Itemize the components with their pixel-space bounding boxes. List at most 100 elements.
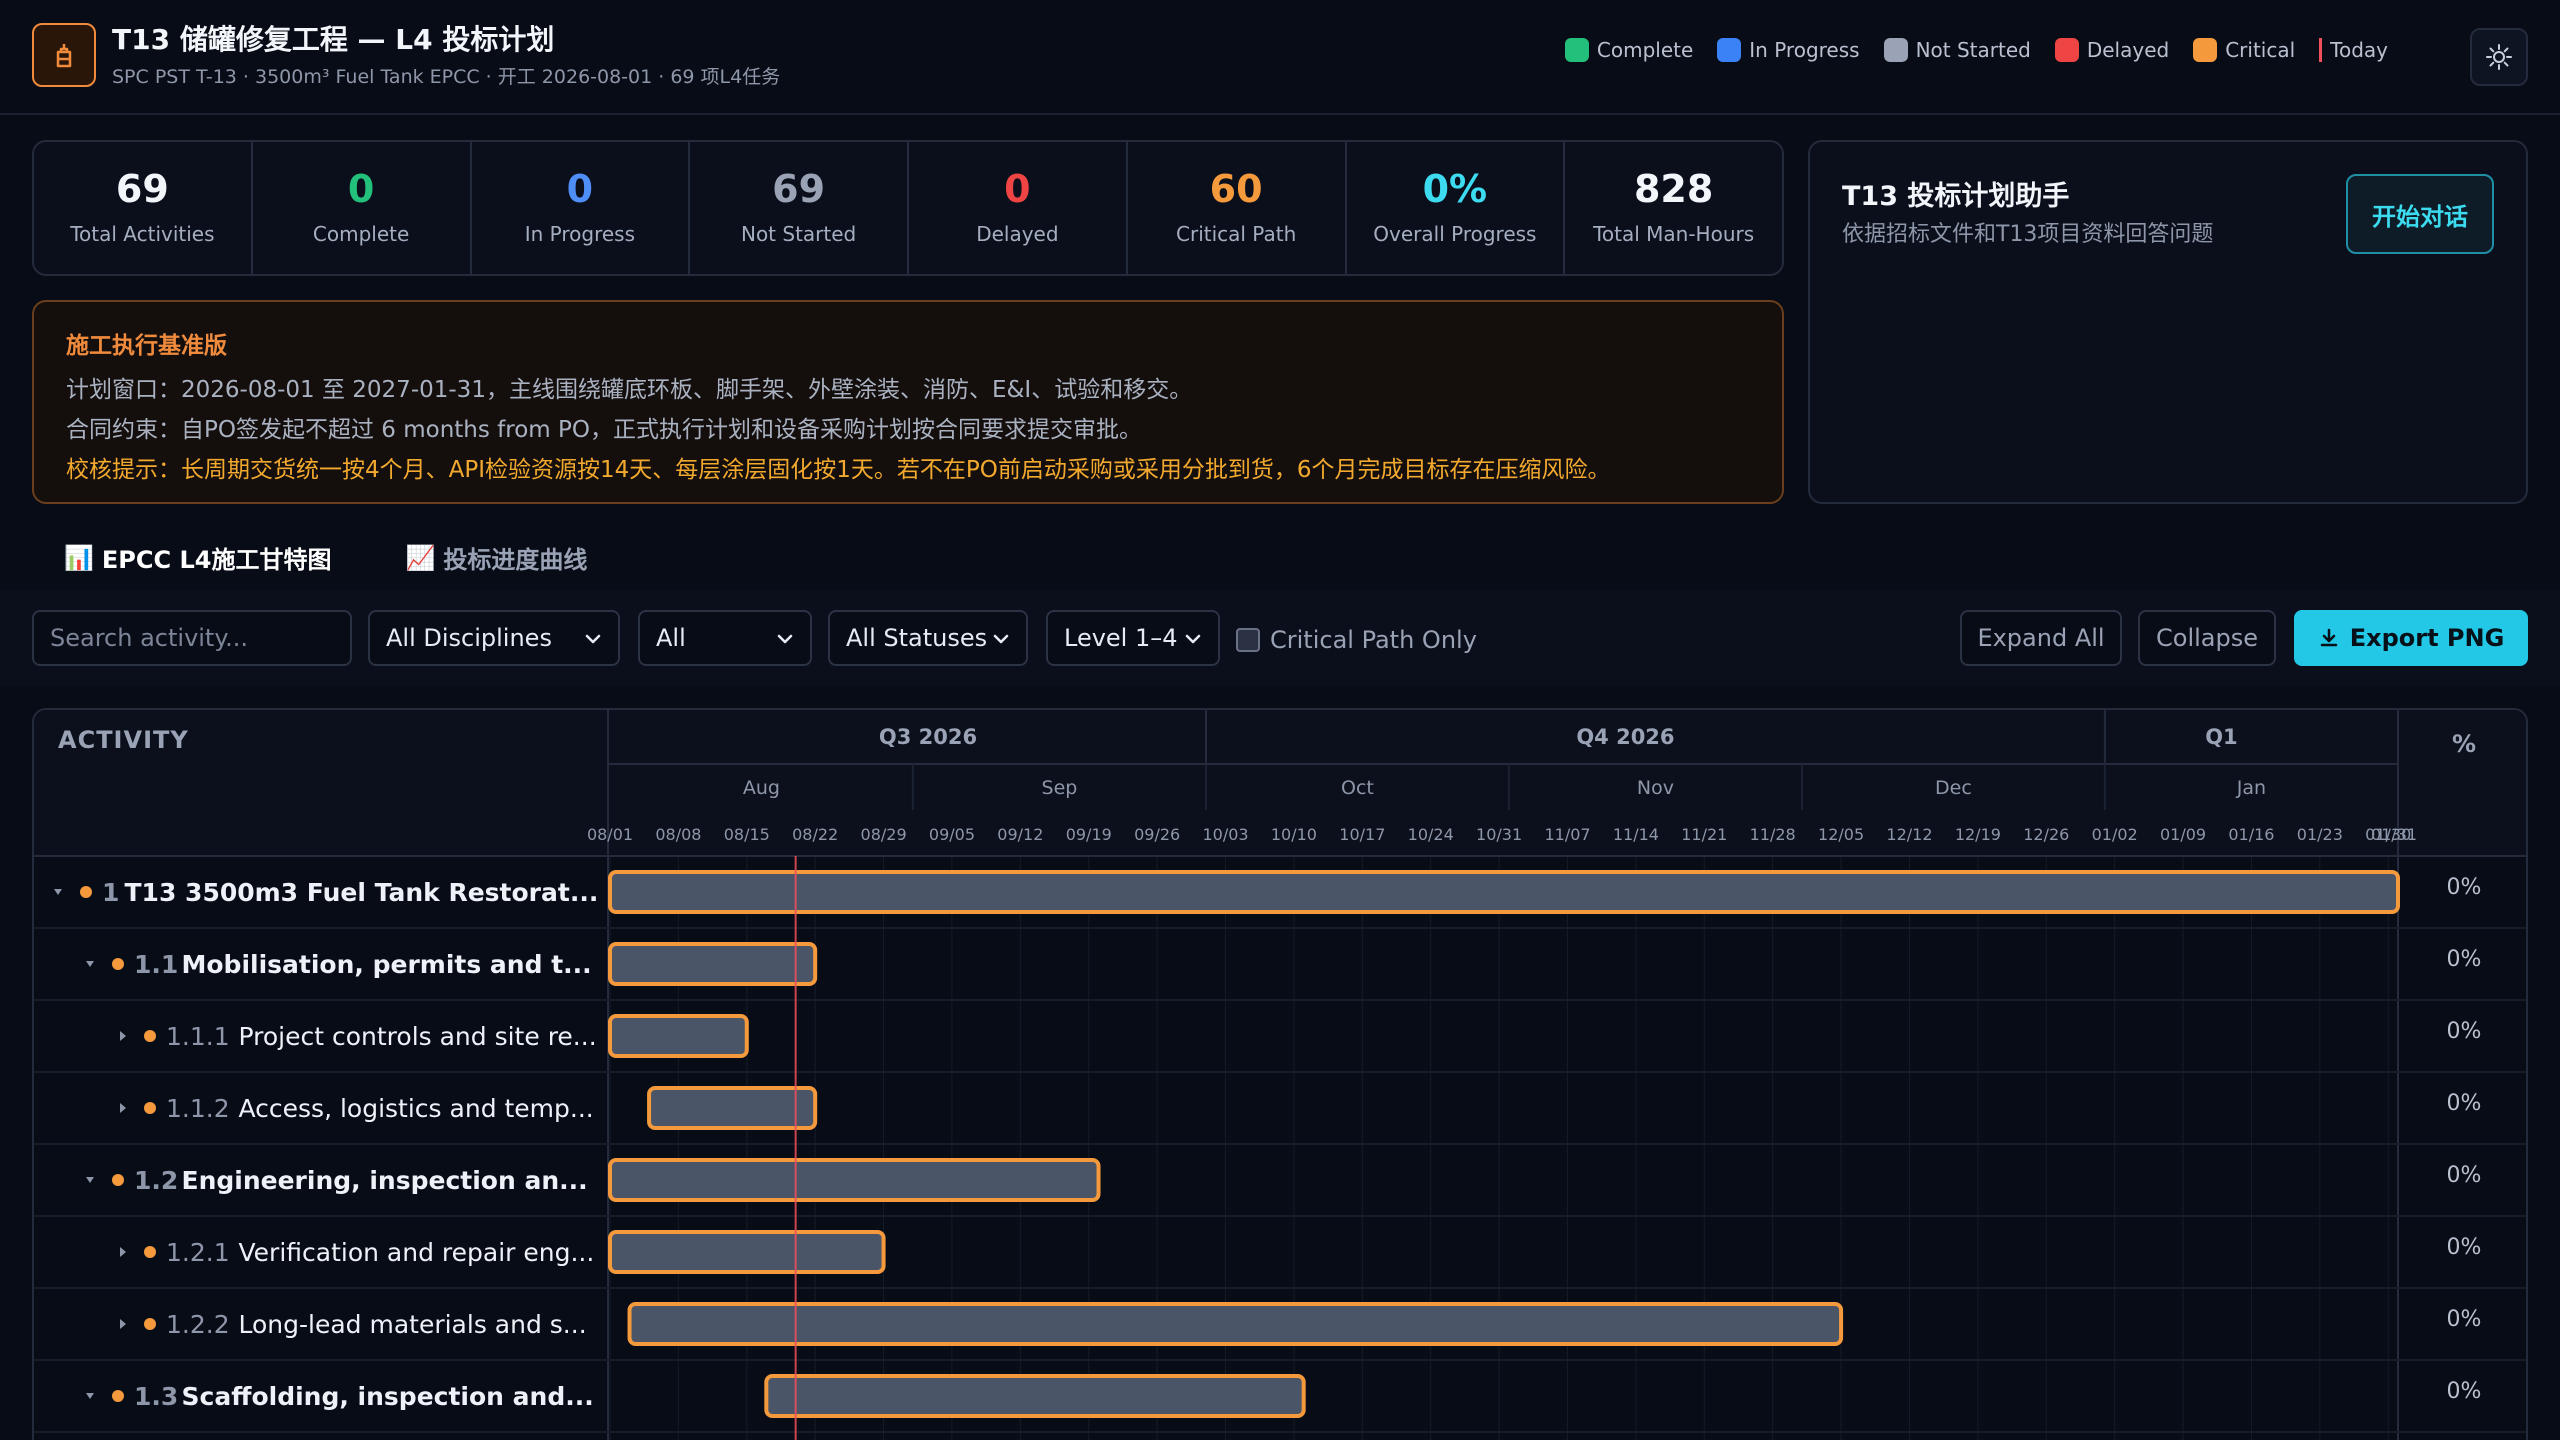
week-label: 01/16	[2228, 825, 2274, 844]
month-label: Aug	[743, 777, 780, 799]
stat-not-started: 69 Not Started	[690, 142, 909, 274]
activity-bar[interactable]	[608, 870, 2400, 914]
activity-bar[interactable]	[627, 1302, 1844, 1346]
activity-bar[interactable]	[608, 942, 818, 986]
stat-delayed: 0 Delayed	[909, 142, 1128, 274]
stat-value: 828	[1633, 167, 1714, 211]
discipline-select[interactable]: All Disciplines	[368, 610, 620, 666]
activity-percent: 0%	[2447, 1163, 2482, 1188]
export-png-button[interactable]: Export PNG	[2294, 610, 2528, 666]
stat-value: 69	[115, 167, 169, 211]
activity-bar[interactable]	[647, 1086, 818, 1130]
activity-name[interactable]: Verification and repair eng...	[239, 1238, 595, 1267]
legend-today-mark	[2319, 38, 2323, 62]
trend-chart-icon: 📈	[405, 543, 436, 572]
activity-percent: 0%	[2447, 1091, 2482, 1116]
week-label: 11/07	[1544, 825, 1590, 844]
critical-dot	[112, 1174, 124, 1186]
legend-swatch	[1883, 38, 1908, 62]
month-label: Sep	[1042, 777, 1078, 799]
legend-complete: Complete	[1564, 38, 1693, 62]
critical-path-toggle[interactable]: Critical Path Only	[1236, 626, 1477, 654]
week-label: 10/31	[1476, 825, 1522, 844]
activity-bar[interactable]	[764, 1374, 1306, 1418]
baseline-notice: 施工执行基准版 计划窗口：2026-08-01 至 2027-01-31，主线围…	[32, 300, 1784, 504]
legend-today: Today	[2319, 38, 2388, 62]
critical-path-checkbox[interactable]	[1236, 628, 1260, 652]
stat-critical-path: 60 Critical Path	[1128, 142, 1347, 274]
activity-name[interactable]: Access, logistics and temp...	[239, 1094, 594, 1123]
legend-swatch	[2193, 38, 2218, 62]
activity-name[interactable]: Project controls and site re...	[239, 1022, 597, 1051]
week-label: 01/02	[2092, 825, 2138, 844]
level-select[interactable]: Level 1–4	[1046, 610, 1220, 666]
notice-warning: 校核提示：长周期交货统一按4个月、API检验资源按14天、每层涂层固化按1天。若…	[66, 457, 1611, 483]
stat-label: Total Activities	[70, 222, 215, 246]
legend-label: Critical	[2225, 38, 2296, 62]
checkbox-label: Critical Path Only	[1270, 626, 1477, 654]
stat-value: 0	[1004, 167, 1031, 211]
legend-swatch	[1564, 38, 1589, 62]
page-subtitle: SPC PST T-13 · 3500m³ Fuel Tank EPCC · 开…	[112, 66, 781, 88]
stat-complete: 0 Complete	[253, 142, 472, 274]
stat-label: Complete	[312, 222, 410, 246]
legend-swatch	[2054, 38, 2079, 62]
week-label: 08/01	[587, 825, 633, 844]
collapse-button[interactable]: Collapse	[2138, 610, 2276, 666]
activity-id: 1.2.2	[166, 1310, 230, 1339]
activity-name[interactable]: Long-lead materials and s...	[239, 1310, 587, 1339]
notice-title: 施工执行基准版	[66, 333, 227, 359]
activity-bar[interactable]	[608, 1014, 749, 1058]
week-label: 10/17	[1339, 825, 1385, 844]
week-label: 01/23	[2297, 825, 2343, 844]
theme-toggle-button[interactable]	[2470, 28, 2528, 86]
week-label: 01/31	[2371, 825, 2417, 844]
view-tabs: 📊 EPCC L4施工甘特图 📈 投标进度曲线	[64, 540, 661, 575]
activity-name[interactable]: Scaffolding, inspection and...	[182, 1382, 594, 1411]
assistant-title: T13 投标计划助手	[1842, 181, 2070, 212]
activity-id: 1.3	[134, 1382, 178, 1411]
expand-all-button[interactable]: Expand All	[1960, 610, 2122, 666]
week-label: 09/12	[997, 825, 1043, 844]
legend-critical: Critical	[2193, 38, 2295, 62]
chevron-down-icon	[1185, 634, 1201, 644]
activity-name[interactable]: Mobilisation, permits and t...	[182, 950, 592, 979]
notice-plan-window: 计划窗口：2026-08-01 至 2027-01-31，主线围绕罐底环板、脚手…	[66, 377, 1193, 403]
status-legend: Complete In Progress Not Started Delayed…	[1541, 38, 2388, 62]
select-value: All	[656, 624, 686, 652]
week-label: 10/10	[1271, 825, 1317, 844]
week-label: 09/26	[1134, 825, 1180, 844]
week-label: 09/05	[929, 825, 975, 844]
month-label: Nov	[1637, 777, 1674, 799]
activity-bar[interactable]	[608, 1230, 886, 1274]
scope-select[interactable]: All	[638, 610, 812, 666]
legend-label: In Progress	[1749, 38, 1860, 62]
week-label: 08/29	[861, 825, 907, 844]
search-input[interactable]: Search activity...	[32, 610, 352, 666]
stat-in-progress: 0 In Progress	[472, 142, 691, 274]
activity-name[interactable]: T13 3500m3 Fuel Tank Restorat...	[125, 878, 599, 907]
critical-dot	[144, 1318, 156, 1330]
activity-percent: 0%	[2447, 875, 2482, 900]
stat-label: In Progress	[524, 222, 636, 246]
stat-overall-progress: 0% Overall Progress	[1347, 142, 1566, 274]
activity-id: 1	[102, 878, 119, 907]
legend-label: Not Started	[1915, 38, 2031, 62]
chevron-down-icon	[993, 634, 1009, 644]
activity-bar[interactable]	[608, 1158, 1101, 1202]
start-chat-button[interactable]: 开始对话	[2346, 174, 2494, 254]
tab-gantt[interactable]: 📊 EPCC L4施工甘特图	[64, 540, 331, 575]
activity-percent: 0%	[2447, 1019, 2482, 1044]
week-label: 12/19	[1955, 825, 2001, 844]
select-value: All Statuses	[846, 624, 988, 652]
week-label: 12/26	[2023, 825, 2069, 844]
activity-id: 1.1.1	[166, 1022, 230, 1051]
assistant-subtitle: 依据招标文件和T13项目资料回答问题	[1842, 222, 2214, 247]
tab-s-curve[interactable]: 📈 投标进度曲线	[405, 540, 587, 575]
stat-label: Not Started	[740, 222, 857, 246]
status-select[interactable]: All Statuses	[828, 610, 1028, 666]
sun-icon	[2486, 44, 2512, 70]
week-label: 12/05	[1818, 825, 1864, 844]
legend-swatch	[1717, 38, 1742, 62]
activity-name[interactable]: Engineering, inspection an...	[182, 1166, 588, 1195]
